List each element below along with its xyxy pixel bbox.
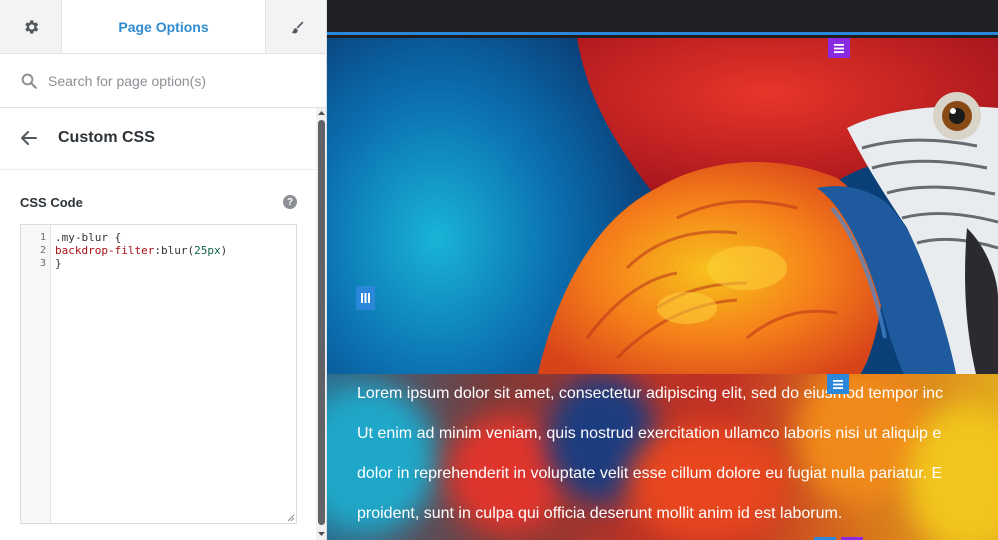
scrollbar-thumb[interactable] (318, 120, 325, 525)
column-settings-handle[interactable] (356, 286, 375, 310)
scroll-up-arrow-icon[interactable] (317, 109, 326, 117)
parrot-hero-image (327, 38, 998, 378)
code-line-3: } (55, 257, 62, 270)
line-number: 3 (39, 258, 46, 269)
page-options-panel: Page Options Custom CSS CSS Code ? 1 2 3… (0, 0, 327, 540)
columns-icon (361, 293, 370, 303)
css-colon: : (154, 244, 161, 257)
option-search-input[interactable] (48, 68, 308, 94)
section-title: Custom CSS (58, 129, 155, 146)
css-code-editor[interactable]: 1 2 3 .my-blur { backdrop-filter:blur(25… (20, 224, 297, 524)
gear-icon (24, 19, 38, 34)
option-search-row (0, 54, 326, 108)
line-number: 2 (39, 245, 46, 256)
brush-icon (291, 20, 303, 33)
line-number: 1 (39, 232, 46, 243)
help-icon[interactable]: ? (283, 195, 297, 209)
paragraph-line: Lorem ipsum dolor sit amet, consectetur … (357, 385, 944, 402)
search-icon (21, 73, 37, 89)
css-function: blur( (160, 244, 195, 257)
design-tab[interactable] (265, 0, 326, 53)
paragraph-line: Ut enim ad minim veniam, quis nostrud ex… (357, 425, 942, 442)
row-settings-handle[interactable] (827, 374, 849, 394)
scroll-down-arrow-icon[interactable] (317, 530, 326, 538)
settings-tab[interactable] (0, 0, 62, 53)
preview-top-bar (327, 0, 998, 35)
code-line-2: backdrop-filter:blur(25px) (55, 244, 227, 257)
code-line-1: .my-blur { (55, 231, 122, 244)
paragraph-line: dolor in reprehenderit in voluptate veli… (357, 465, 943, 482)
resize-grip-icon[interactable] (287, 514, 295, 522)
css-number: 25px (194, 244, 221, 257)
page-preview: Lorem ipsum dolor sit amet, consectetur … (327, 0, 998, 540)
back-arrow-icon[interactable] (19, 130, 37, 146)
page-options-tab[interactable]: Page Options (62, 0, 265, 53)
paragraph-line: proident, sunt in culpa qui officia dese… (357, 505, 843, 522)
menu-icon (834, 43, 844, 53)
section-header: Custom CSS (0, 108, 316, 170)
css-code-label: CSS Code (20, 195, 83, 210)
panel-tab-bar: Page Options (0, 0, 326, 54)
blurred-text-section: Lorem ipsum dolor sit amet, consectetur … (327, 374, 998, 540)
section-settings-handle[interactable] (828, 38, 850, 58)
menu-icon (833, 379, 843, 389)
css-paren: ) (220, 244, 228, 257)
parrot-illustration (537, 38, 998, 378)
css-property: backdrop-filter (55, 244, 155, 257)
line-number-gutter: 1 2 3 (21, 225, 51, 523)
